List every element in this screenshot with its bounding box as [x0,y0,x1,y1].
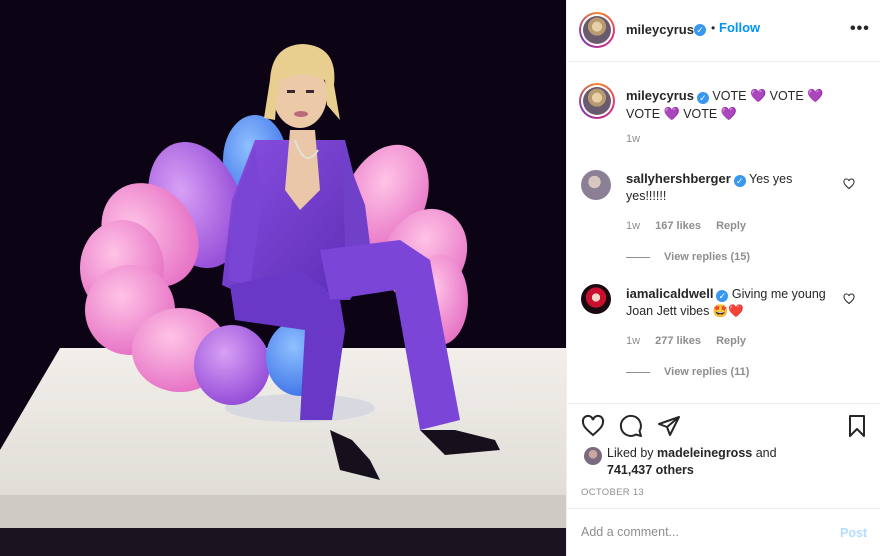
post-photo[interactable] [0,0,566,556]
share-paper-plane-icon[interactable] [657,414,681,438]
separator-dot: • [711,21,716,35]
save-bookmark-icon[interactable] [845,414,869,438]
author-avatar[interactable] [579,12,615,48]
liked-by-and: and [755,446,777,460]
commenter-username[interactable]: sallyhershberger [626,171,731,186]
comment-meta: 1w 167 likes Reply [626,220,758,232]
author-username[interactable]: mileycyrus [626,22,694,37]
comment-time[interactable]: 1w [626,220,640,232]
caption-word: VOTE [769,89,804,103]
comment-meta: 1w 277 likes Reply [626,335,758,347]
verified-badge-icon: ✓ [733,175,746,187]
post-side-panel: mileycyrus ✓ • Follow ••• mileycyrus ✓ VO… [566,0,880,556]
verified-badge-icon: ✓ [694,24,706,36]
caption-avatar[interactable] [579,83,615,119]
reply-button[interactable]: Reply [716,220,746,232]
like-heart-icon[interactable] [581,414,605,438]
add-comment-input[interactable] [581,525,821,539]
view-replies-button[interactable]: View replies (15) [626,251,750,263]
verified-badge-icon: ✓ [716,290,729,302]
photo-illustration [0,0,566,556]
comment-like-heart-icon[interactable] [843,178,855,190]
commenter-username[interactable]: iamalicaldwell [626,286,713,301]
likes-text: Liked by madeleinegross and 741,437 othe… [607,445,777,479]
caption-username[interactable]: mileycyrus [626,88,694,103]
liker-avatar[interactable] [584,447,602,465]
liker-username[interactable]: madeleinegross [657,446,752,460]
comment-text: iamalicaldwell ✓ Giving me young Joan Jet… [626,285,826,320]
post-comment-button[interactable]: Post [840,526,867,540]
commenter-avatar[interactable] [581,284,611,314]
comment-bubble-icon[interactable] [619,414,643,438]
purple-heart-emoji: 💜 [807,88,824,103]
purple-heart-emoji: 💜 [720,106,737,121]
post-actions: Liked by madeleinegross and 741,437 othe… [567,403,880,508]
add-comment-bar: Post [567,508,880,556]
comment-time[interactable]: 1w [626,335,640,347]
follow-button[interactable]: Follow [719,20,760,35]
post-date[interactable]: OCTOBER 13 [581,487,644,498]
likes-summary: Liked by madeleinegross and 741,437 othe… [581,444,871,480]
caption-text: mileycyrus ✓ VOTE 💜 VOTE 💜 VOTE 💜 VOTE 💜 [626,87,826,123]
caption-word: VOTE [683,107,718,121]
caption-timestamp[interactable]: 1w [626,133,640,145]
view-replies-button[interactable]: View replies (11) [626,366,749,378]
liked-by-prefix: Liked by [607,446,654,460]
reply-button[interactable]: Reply [716,335,746,347]
caption-word: VOTE [626,107,661,121]
caption-word: VOTE [712,89,747,103]
verified-badge-icon: ✓ [696,92,709,104]
commenter-avatar[interactable] [581,170,611,200]
purple-heart-emoji: 💜 [663,106,680,121]
comment-like-heart-icon[interactable] [843,293,855,305]
comment-likes[interactable]: 277 likes [655,335,701,347]
more-horizontal-icon[interactable]: ••• [850,20,870,38]
purple-heart-emoji: 💜 [749,88,767,103]
instagram-post: mileycyrus ✓ • Follow ••• mileycyrus ✓ VO… [0,0,880,556]
others-likes-count[interactable]: 741,437 others [607,463,694,477]
post-header: mileycyrus ✓ • Follow ••• [567,0,880,62]
comment-text: sallyhershberger ✓ Yes yes yes!!!!!! [626,170,826,205]
comments-list[interactable]: mileycyrus ✓ VOTE 💜 VOTE 💜 VOTE 💜 VOTE 💜 … [567,63,880,403]
comment-likes[interactable]: 167 likes [655,220,701,232]
